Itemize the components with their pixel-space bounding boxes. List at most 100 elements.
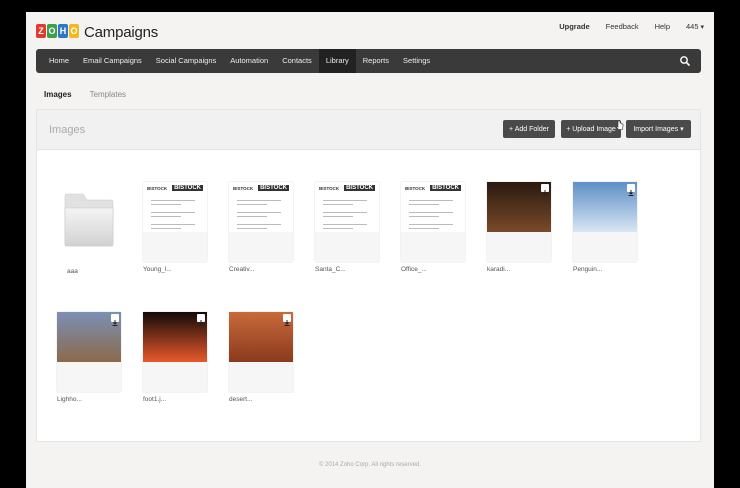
item-label: desert... (229, 396, 253, 403)
user-menu[interactable]: 445 (686, 22, 704, 31)
image-item[interactable]: BISTOCK BISTOCK Santa_C... (315, 182, 379, 273)
folder-item[interactable]: aaa (57, 182, 121, 275)
nav-home[interactable]: Home (42, 49, 76, 73)
image-thumbnail[interactable]: BISTOCK BISTOCK (143, 182, 207, 262)
template-text-line (151, 204, 181, 205)
image-item[interactable]: foot1.j... (143, 312, 207, 403)
template-text-line (409, 228, 439, 229)
top-links: Upgrade Feedback Help 445 (559, 22, 704, 31)
template-text-line (323, 212, 367, 213)
add-folder-button[interactable]: + Add Folder (503, 120, 555, 138)
upgrade-link[interactable]: Upgrade (559, 22, 589, 31)
nav-reports[interactable]: Reports (356, 49, 396, 73)
template-brand-small: BISTOCK (319, 186, 340, 191)
template-text-line (151, 228, 181, 229)
item-label: aaa (67, 268, 78, 275)
thumbnail-footer (143, 362, 207, 392)
template-text-line (323, 216, 353, 217)
logo-letter-h: H (58, 24, 68, 38)
nav-library[interactable]: Library (318, 49, 356, 73)
download-icon[interactable] (283, 314, 291, 326)
template-text-line (323, 224, 367, 225)
thumbnail-footer (573, 232, 637, 262)
library-tabs: Images Templates (44, 90, 126, 99)
nav-automation[interactable]: Automation (223, 49, 275, 73)
image-thumbnail[interactable]: BISTOCK BISTOCK (229, 182, 293, 262)
image-item[interactable]: desert... (229, 312, 293, 403)
upload-image-button[interactable]: + Upload Image (561, 120, 621, 138)
thumbnail-footer (57, 362, 121, 392)
template-text-line (237, 216, 267, 217)
hand-cursor-icon (616, 120, 624, 130)
template-text-line (323, 200, 367, 201)
template-brand-large: BISTOCK (430, 185, 461, 191)
footer-copyright: © 2014 Zoho Corp. All rights reserved. (318, 462, 422, 468)
image-item[interactable]: BISTOCK BISTOCK Office_... (401, 182, 465, 273)
feedback-link[interactable]: Feedback (606, 22, 639, 31)
nav-settings[interactable]: Settings (396, 49, 437, 73)
logo-letter-z: Z (36, 24, 46, 38)
item-label: karadi... (487, 266, 511, 273)
template-brand-large: BISTOCK (172, 185, 203, 191)
nav-social-campaigns[interactable]: Social Campaigns (149, 49, 223, 73)
template-text-line (151, 200, 195, 201)
main-nav: Home Email Campaigns Social Campaigns Au… (36, 49, 701, 73)
template-brand-small: BISTOCK (147, 186, 168, 191)
app-screen: Z O H O Campaigns Upgrade Feedback Help … (26, 12, 714, 488)
template-text-line (237, 204, 267, 205)
thumbnail-footer (315, 232, 379, 262)
app-title: Campaigns (84, 23, 159, 41)
image-thumbnail[interactable] (573, 182, 637, 262)
download-icon[interactable] (197, 314, 205, 326)
template-brand-large: BISTOCK (258, 185, 289, 191)
panel-title: Images (49, 124, 86, 136)
item-label: Penguin... (573, 266, 603, 273)
template-text-line (409, 212, 453, 213)
logo-letter-o2: O (69, 24, 79, 38)
image-thumbnail[interactable] (143, 312, 207, 392)
image-thumbnail[interactable]: BISTOCK BISTOCK (315, 182, 379, 262)
template-text-line (409, 216, 439, 217)
nav-contacts[interactable]: Contacts (275, 49, 319, 73)
item-label: Lighho... (57, 396, 82, 403)
download-icon[interactable] (541, 184, 549, 196)
template-brand-small: BISTOCK (405, 186, 426, 191)
template-text-line (409, 200, 453, 201)
template-text-line (237, 224, 281, 225)
nav-email-campaigns[interactable]: Email Campaigns (76, 49, 149, 73)
thumbnail-footer (487, 232, 551, 262)
item-label: Office_... (401, 266, 427, 273)
template-text-line (151, 216, 181, 217)
thumbnail-footer (229, 362, 293, 392)
thumbnail-footer (143, 232, 207, 262)
zoho-campaigns-logo[interactable]: Z O H O Campaigns (36, 22, 158, 42)
template-text-line (237, 228, 267, 229)
template-brand-small: BISTOCK (233, 186, 254, 191)
image-item[interactable]: BISTOCK BISTOCK Creativ... (229, 182, 293, 273)
search-icon[interactable] (679, 55, 691, 67)
image-item[interactable]: karadi... (487, 182, 551, 273)
template-text-line (237, 212, 281, 213)
item-label: Creativ... (229, 266, 255, 273)
template-text-line (151, 212, 195, 213)
download-icon[interactable] (627, 184, 635, 196)
template-text-line (151, 224, 195, 225)
item-label: foot1.j... (143, 396, 167, 403)
image-item[interactable]: BISTOCK BISTOCK Young_l... (143, 182, 207, 273)
tab-images[interactable]: Images (44, 90, 72, 99)
import-images-dropdown[interactable]: Import Images (626, 120, 691, 138)
thumbnail-footer (229, 232, 293, 262)
zoho-logo-blocks: Z O H O (36, 24, 80, 40)
image-thumbnail[interactable]: BISTOCK BISTOCK (401, 182, 465, 262)
template-text-line (323, 228, 353, 229)
help-link[interactable]: Help (655, 22, 670, 31)
tab-templates[interactable]: Templates (90, 90, 126, 99)
image-thumbnail[interactable] (57, 312, 121, 392)
image-item[interactable]: Penguin... (573, 182, 637, 273)
folder-icon[interactable] (57, 182, 121, 262)
template-text-line (237, 200, 281, 201)
download-icon[interactable] (111, 314, 119, 326)
image-thumbnail[interactable] (229, 312, 293, 392)
image-thumbnail[interactable] (487, 182, 551, 262)
image-item[interactable]: Lighho... (57, 312, 121, 403)
